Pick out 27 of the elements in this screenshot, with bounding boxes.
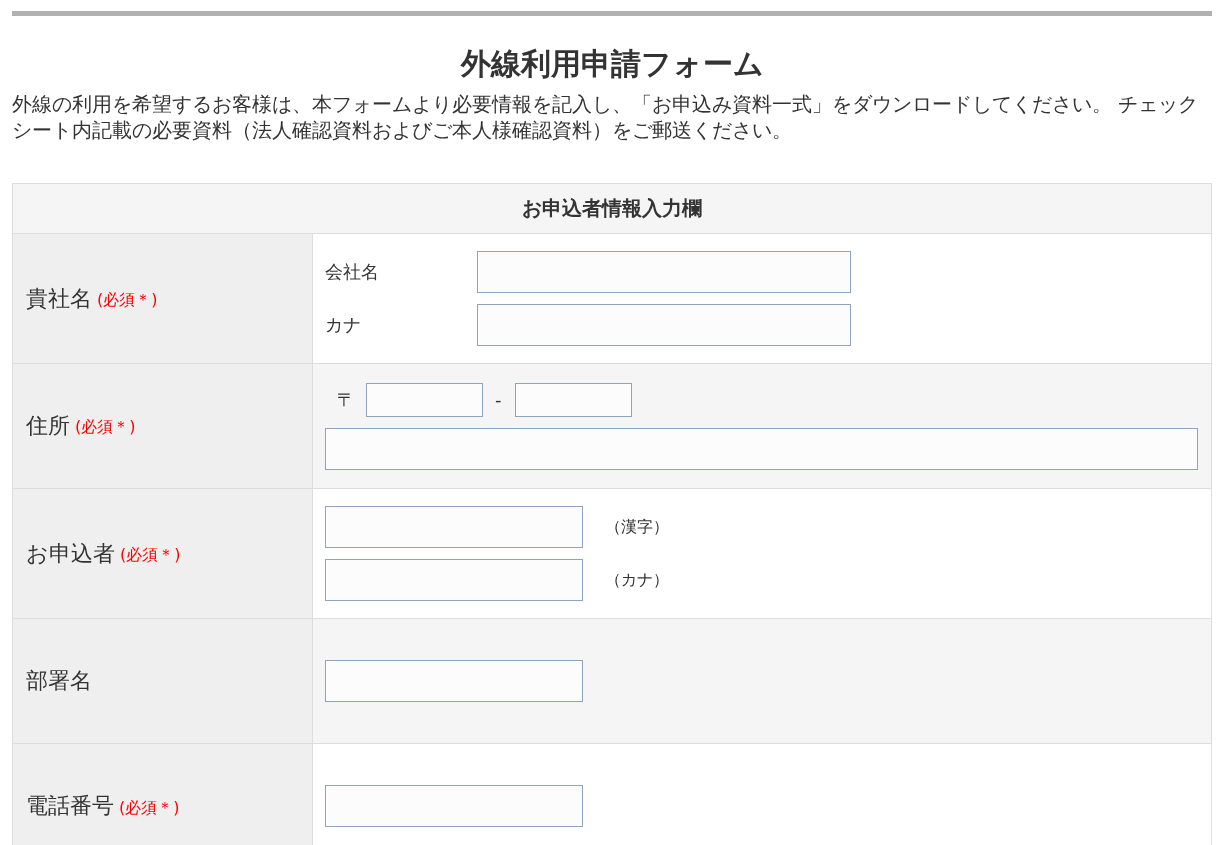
required-note: (必須＊) <box>97 288 158 311</box>
input-field[interactable] <box>325 506 583 548</box>
input-suffix: （漢字） <box>605 516 669 538</box>
form-title: 外線利用申請フォーム <box>459 45 765 83</box>
input-field[interactable] <box>514 382 632 417</box>
input-field[interactable] <box>325 427 1198 470</box>
table-heading: お申込者情報入力欄 <box>13 184 1211 234</box>
input-field[interactable] <box>477 304 851 346</box>
required-note: (必須＊) <box>75 416 136 438</box>
input-field[interactable] <box>325 785 583 827</box>
input-field[interactable] <box>366 382 483 417</box>
required-note: (必須＊) <box>120 543 181 566</box>
field-label: 電話番号 <box>26 792 114 820</box>
required-note: (必須＊) <box>119 797 180 819</box>
field-label: 住所 <box>26 412 70 440</box>
field-label: 貴社名 <box>26 284 92 313</box>
intro-paragraph: 外線の利用を希望するお客様は、本フォームより必要情報を記入し、「お申込み資料一式」をダウンロードしてください。 チェックシート内記載の必要資料（法人確認資料およびご本人様確認資料）をご郵送ください。 <box>12 92 1200 144</box>
input-field[interactable] <box>477 251 851 293</box>
input-field[interactable] <box>325 660 583 702</box>
field-label: 部署名 <box>26 667 92 695</box>
input-field[interactable] <box>325 559 583 601</box>
input-label: カナ <box>325 314 362 337</box>
input-label: 会社名 <box>325 261 380 284</box>
field-label: お申込者 <box>26 539 115 568</box>
postal-mark: 〒 <box>337 387 355 412</box>
postal-separator: - <box>495 387 502 412</box>
input-suffix: （カナ） <box>605 569 669 591</box>
